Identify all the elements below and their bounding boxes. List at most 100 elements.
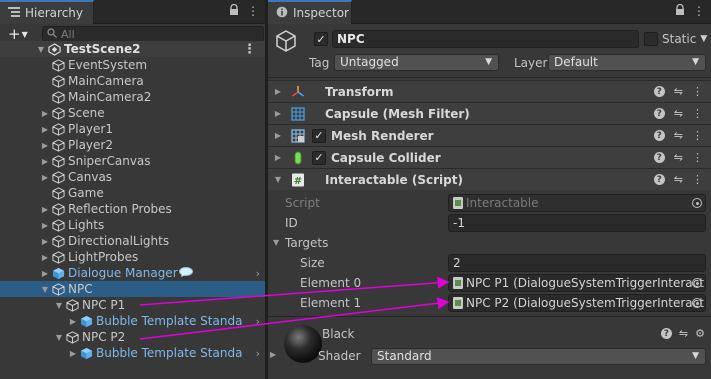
hierarchy-item[interactable]: EventSystem — [0, 57, 265, 73]
hierarchy-item[interactable]: ▶ Bubble Template Standa › — [0, 313, 265, 329]
component-mesh-renderer[interactable]: ▶ ✓ Mesh Renderer ? ⇋ ⋮ — [268, 124, 711, 146]
hierarchy-item[interactable]: Game — [0, 185, 265, 201]
hierarchy-item[interactable]: MainCamera2 — [0, 89, 265, 105]
fold-open-icon[interactable]: ▼ — [40, 285, 50, 294]
fold-closed-icon[interactable]: ▶ — [271, 87, 285, 96]
fold-closed-icon[interactable]: ▶ — [40, 157, 50, 166]
fold-closed-icon[interactable]: ▶ — [270, 350, 276, 359]
component-enabled-checkbox[interactable]: ✓ — [312, 128, 326, 143]
hierarchy-search-input[interactable]: All — [42, 26, 264, 42]
hierarchy-item[interactable]: ▶ Player1 — [0, 121, 265, 137]
hierarchy-item[interactable]: ▶ Reflection Probes — [0, 201, 265, 217]
hierarchy-item[interactable]: ▶ Scene — [0, 105, 265, 121]
help-icon[interactable]: ? — [653, 152, 665, 163]
shader-dropdown[interactable]: Standard ▼ — [371, 348, 706, 365]
component-menu-icon[interactable]: ⋮ — [692, 173, 703, 186]
scene-menu-icon[interactable]: ⋮ — [243, 42, 256, 57]
presets-icon[interactable]: ⇋ — [679, 327, 688, 340]
fold-closed-icon[interactable]: ▶ — [271, 153, 285, 162]
layer-dropdown-value: Default — [554, 55, 598, 69]
scene-row[interactable]: ▼ TestScene2 ⋮ — [0, 41, 265, 57]
fold-closed-icon[interactable]: ▶ — [40, 253, 50, 262]
object-picker-icon[interactable] — [692, 278, 702, 288]
help-icon[interactable]: ? — [653, 108, 665, 119]
hierarchy-item[interactable]: ▶ SniperCanvas — [0, 153, 265, 169]
hierarchy-item[interactable]: ▶ LightProbes — [0, 249, 265, 265]
presets-icon[interactable]: ⇋ — [674, 107, 683, 120]
gameobject-active-checkbox[interactable]: ✓ — [314, 32, 328, 46]
help-icon[interactable]: ? — [653, 86, 665, 97]
more-options-icon[interactable]: ⋮ — [693, 4, 705, 18]
lock-icon[interactable] — [229, 3, 239, 18]
presets-icon[interactable]: ⇋ — [674, 85, 683, 98]
fold-closed-icon[interactable]: ▶ — [40, 237, 50, 246]
fold-closed-icon[interactable]: ▶ — [40, 221, 50, 230]
id-field[interactable]: -1 — [448, 214, 706, 232]
element-0-field[interactable]: NPC P1 (DialogueSystemTriggerInteract — [448, 274, 706, 292]
fold-open-icon[interactable]: ▼ — [54, 333, 64, 342]
static-dropdown-icon[interactable]: ▼ — [700, 34, 707, 44]
presets-icon[interactable]: ⇋ — [674, 129, 683, 142]
fold-closed-icon[interactable]: ▶ — [271, 131, 285, 140]
fold-open-icon[interactable]: ▼ — [54, 301, 64, 310]
object-picker-icon[interactable] — [692, 298, 702, 308]
presets-icon[interactable]: ⇋ — [674, 151, 683, 164]
help-icon[interactable]: ? — [660, 328, 672, 339]
tag-dropdown[interactable]: Untagged ▼ — [334, 54, 499, 71]
tab-hierarchy[interactable]: Hierarchy — [0, 0, 95, 24]
hierarchy-item-label: DirectionalLights — [68, 234, 170, 248]
component-menu-icon[interactable]: ⋮ — [692, 107, 703, 120]
material-name: Black — [322, 327, 355, 341]
hierarchy-item[interactable]: ▶ DirectionalLights — [0, 233, 265, 249]
fold-closed-icon[interactable]: ▶ — [40, 173, 50, 182]
component-mesh-filter[interactable]: ▶ Capsule (Mesh Filter) ? ⇋ ⋮ — [268, 102, 711, 124]
fold-closed-icon[interactable]: ▶ — [40, 125, 50, 134]
size-field[interactable]: 2 — [448, 254, 706, 272]
hierarchy-item[interactable]: ▼ NPC P1 — [0, 297, 265, 313]
component-menu-icon[interactable]: ⋮ — [692, 85, 703, 98]
fold-closed-icon[interactable]: ▶ — [40, 141, 50, 150]
fold-closed-icon[interactable]: ▶ — [40, 109, 50, 118]
gameobject-cube-icon — [50, 73, 66, 89]
help-icon[interactable]: ? — [653, 174, 665, 185]
hierarchy-item[interactable]: ▶ Player2 — [0, 137, 265, 153]
component-menu-icon[interactable]: ⋮ — [692, 151, 703, 164]
prop-targets[interactable]: ▼ Targets — [268, 233, 711, 253]
presets-icon[interactable]: ⇋ — [674, 173, 683, 186]
fold-closed-icon[interactable]: ▶ — [40, 205, 50, 214]
fold-open-icon[interactable]: ▼ — [271, 175, 285, 184]
hierarchy-item[interactable]: MainCamera — [0, 73, 265, 89]
hierarchy-item[interactable]: ▶ Canvas — [0, 169, 265, 185]
more-options-icon[interactable]: ⋮ — [247, 4, 259, 18]
hierarchy-item-label: NPC P2 — [82, 330, 126, 344]
fold-closed-icon[interactable]: ▶ — [68, 317, 78, 326]
hierarchy-item-label: Player2 — [68, 138, 113, 152]
component-capsule-collider[interactable]: ▶ ✓ Capsule Collider ? ⇋ ⋮ — [268, 146, 711, 168]
hierarchy-item[interactable]: ▶ Bubble Template Standa › — [0, 345, 265, 361]
open-prefab-chevron-icon[interactable]: › — [256, 267, 260, 280]
fold-open-icon[interactable]: ▼ — [36, 45, 46, 54]
element-1-field[interactable]: NPC P2 (DialogueSystemTriggerInteract — [448, 294, 706, 312]
component-menu-icon[interactable]: ⋮ — [692, 129, 703, 142]
hierarchy-item[interactable]: ▶ Dialogue Manager › — [0, 265, 265, 281]
component-interactable-script[interactable]: ▼ # Interactable (Script) ? ⇋ ⋮ — [268, 168, 711, 190]
fold-closed-icon[interactable]: ▶ — [271, 109, 285, 118]
component-enabled-checkbox[interactable]: ✓ — [312, 150, 326, 165]
material-preview-sphere[interactable] — [284, 325, 322, 363]
settings-gear-icon[interactable]: ⚙ — [695, 327, 705, 340]
hierarchy-item[interactable]: ▼ NPC P2 — [0, 329, 265, 345]
static-checkbox[interactable] — [644, 32, 658, 46]
tab-inspector[interactable]: Inspector — [268, 0, 352, 24]
hierarchy-item[interactable]: ▶ Lights — [0, 217, 265, 233]
help-icon[interactable]: ? — [653, 130, 665, 141]
component-transform[interactable]: ▶ Transform ? ⇋ ⋮ — [268, 80, 711, 102]
layer-dropdown[interactable]: Default ▼ — [548, 54, 706, 71]
hierarchy-item[interactable]: ▼ NPC — [0, 281, 265, 297]
fold-open-icon[interactable]: ▼ — [273, 238, 279, 247]
open-prefab-chevron-icon[interactable]: › — [256, 347, 260, 360]
fold-closed-icon[interactable]: ▶ — [40, 269, 50, 278]
fold-closed-icon[interactable]: ▶ — [68, 349, 78, 358]
lock-icon[interactable] — [675, 3, 685, 18]
open-prefab-chevron-icon[interactable]: › — [256, 315, 260, 328]
gameobject-name-field[interactable]: NPC — [332, 30, 639, 48]
